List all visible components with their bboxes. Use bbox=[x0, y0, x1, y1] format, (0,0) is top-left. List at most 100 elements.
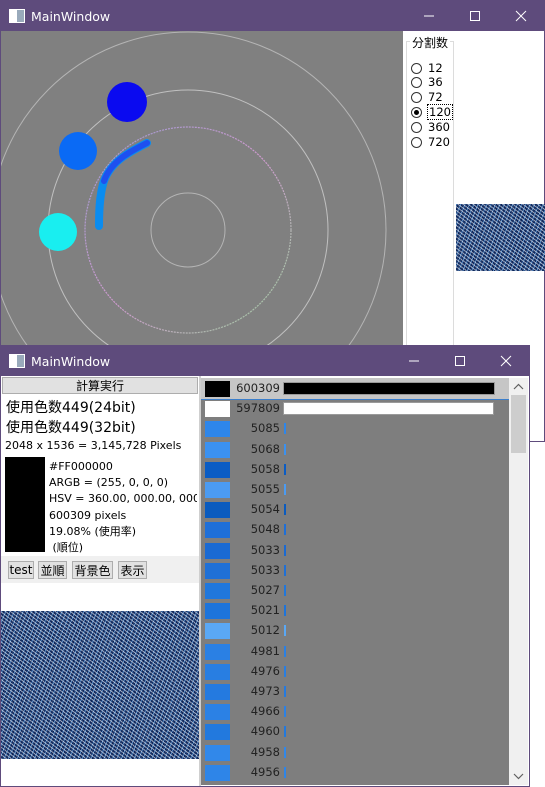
pixel-count: 4958 bbox=[250, 744, 280, 759]
hex-label: #FF000000 bbox=[49, 460, 113, 473]
radio-label: 120 bbox=[427, 104, 453, 120]
pixel-count: 5068 bbox=[250, 441, 280, 456]
pixel-count: 4960 bbox=[250, 724, 280, 739]
color-row[interactable]: 5085 bbox=[201, 418, 509, 439]
pixel-count: 5085 bbox=[250, 421, 280, 436]
count-bar bbox=[284, 564, 286, 576]
pixels-label: 600309 pixels bbox=[49, 508, 127, 522]
count-bar bbox=[284, 726, 286, 738]
color-row[interactable]: 5033 bbox=[201, 540, 509, 561]
radio-circle-icon[interactable] bbox=[411, 62, 422, 74]
maximize-icon bbox=[455, 356, 465, 366]
color-swatch bbox=[205, 502, 230, 519]
color-row[interactable]: 4973 bbox=[201, 681, 509, 702]
ring-large bbox=[47, 89, 329, 371]
radio-label: 360 bbox=[428, 120, 450, 134]
radio-circle-icon[interactable] bbox=[411, 106, 422, 118]
count-bar bbox=[284, 645, 286, 657]
test-button[interactable]: test bbox=[8, 561, 34, 579]
color-swatch bbox=[205, 421, 230, 438]
scroll-thumb[interactable] bbox=[511, 395, 526, 453]
radio-circle-icon[interactable] bbox=[411, 121, 422, 133]
scroll-down-icon[interactable] bbox=[509, 769, 528, 783]
calc-button[interactable]: 計算実行 bbox=[2, 377, 198, 394]
count-bar bbox=[284, 484, 286, 495]
count-bar bbox=[284, 665, 286, 677]
radio-divisions-36[interactable]: 36 bbox=[411, 75, 443, 89]
color-row[interactable]: 4960 bbox=[201, 721, 509, 742]
color-row[interactable]: 4956 bbox=[201, 762, 509, 783]
maximize-button[interactable] bbox=[437, 346, 483, 376]
pixel-count: 5058 bbox=[250, 461, 280, 476]
close-button[interactable] bbox=[498, 1, 544, 31]
pixel-count: 5012 bbox=[250, 623, 280, 638]
count-bar bbox=[283, 402, 494, 416]
count-bar bbox=[284, 746, 286, 758]
pixel-count: 600309 bbox=[236, 381, 280, 395]
minimize-button[interactable] bbox=[391, 346, 437, 376]
pixel-count: 5048 bbox=[250, 522, 280, 537]
front-window-title: MainWindow bbox=[31, 353, 111, 369]
color-row[interactable]: 5054 bbox=[201, 499, 509, 520]
color-swatch bbox=[205, 441, 230, 458]
color-row[interactable]: 5033 bbox=[201, 560, 509, 581]
pixel-count: 5033 bbox=[250, 562, 280, 577]
color-row[interactable]: 5027 bbox=[201, 580, 509, 601]
count-bar bbox=[284, 585, 286, 596]
count-bar bbox=[283, 382, 495, 395]
radio-divisions-360[interactable]: 360 bbox=[411, 120, 450, 134]
color-row[interactable]: 4981 bbox=[201, 641, 509, 662]
radio-divisions-720[interactable]: 720 bbox=[411, 135, 450, 149]
count-bar bbox=[284, 423, 286, 435]
color-swatch bbox=[205, 643, 230, 660]
color-row[interactable]: 597809 bbox=[201, 398, 509, 419]
pixel-count: 4973 bbox=[250, 684, 280, 698]
maximize-button[interactable] bbox=[452, 1, 498, 31]
color-row[interactable]: 600309 bbox=[201, 378, 509, 400]
close-button[interactable] bbox=[483, 346, 529, 376]
radio-label: 12 bbox=[428, 61, 443, 75]
minimize-button[interactable] bbox=[406, 1, 452, 31]
color-list[interactable]: 600309 597809 5085 5068 5058 5055 5054 5048 5033… bbox=[201, 378, 509, 785]
radio-divisions-72[interactable]: 72 bbox=[411, 90, 443, 104]
pixel-count: 4966 bbox=[250, 704, 280, 719]
color-row[interactable]: 5021 bbox=[201, 600, 509, 621]
color-row[interactable] bbox=[201, 782, 509, 785]
radio-divisions-120[interactable]: 120 bbox=[411, 104, 453, 120]
pixel-count: 4981 bbox=[250, 643, 280, 658]
image-preview bbox=[1, 611, 199, 759]
pixel-count: 5033 bbox=[250, 542, 280, 557]
scroll-up-icon[interactable] bbox=[509, 380, 528, 394]
color-row[interactable]: 5068 bbox=[201, 439, 509, 460]
background-color-button[interactable]: 背景色 bbox=[72, 561, 113, 579]
color-row[interactable]: 5058 bbox=[201, 459, 509, 480]
radio-label: 720 bbox=[428, 135, 450, 149]
color-swatch bbox=[205, 461, 230, 478]
color-row[interactable]: 4966 bbox=[201, 701, 509, 722]
radio-circle-icon[interactable] bbox=[411, 136, 422, 148]
color-row[interactable]: 4958 bbox=[201, 742, 509, 763]
sort-button[interactable]: 並順 bbox=[38, 561, 67, 579]
color-swatch bbox=[205, 542, 230, 559]
pixel-count: 5027 bbox=[250, 583, 280, 597]
color-row[interactable]: 4976 bbox=[201, 661, 509, 682]
color-swatch bbox=[205, 684, 230, 700]
color-list-scrollbar[interactable] bbox=[509, 378, 528, 785]
back-window-title: MainWindow bbox=[31, 8, 111, 24]
color-swatch bbox=[205, 381, 230, 397]
radio-circle-icon[interactable] bbox=[411, 91, 422, 103]
color-swatch bbox=[205, 623, 230, 640]
count-bar bbox=[284, 625, 286, 637]
radio-circle-icon[interactable] bbox=[411, 76, 422, 88]
divisions-label: 分割数 bbox=[410, 34, 451, 51]
radio-divisions-12[interactable]: 12 bbox=[411, 61, 443, 75]
color-row[interactable]: 5012 bbox=[201, 620, 509, 641]
front-titlebar: MainWindow bbox=[1, 346, 529, 376]
color-row[interactable]: 5048 bbox=[201, 519, 509, 540]
rank-label: (順位) bbox=[49, 541, 84, 555]
count-bar bbox=[284, 524, 286, 536]
color-row[interactable]: 5055 bbox=[201, 479, 509, 500]
app-icon bbox=[9, 354, 25, 368]
count-bar bbox=[284, 766, 286, 778]
show-button[interactable]: 表示 bbox=[118, 561, 147, 579]
